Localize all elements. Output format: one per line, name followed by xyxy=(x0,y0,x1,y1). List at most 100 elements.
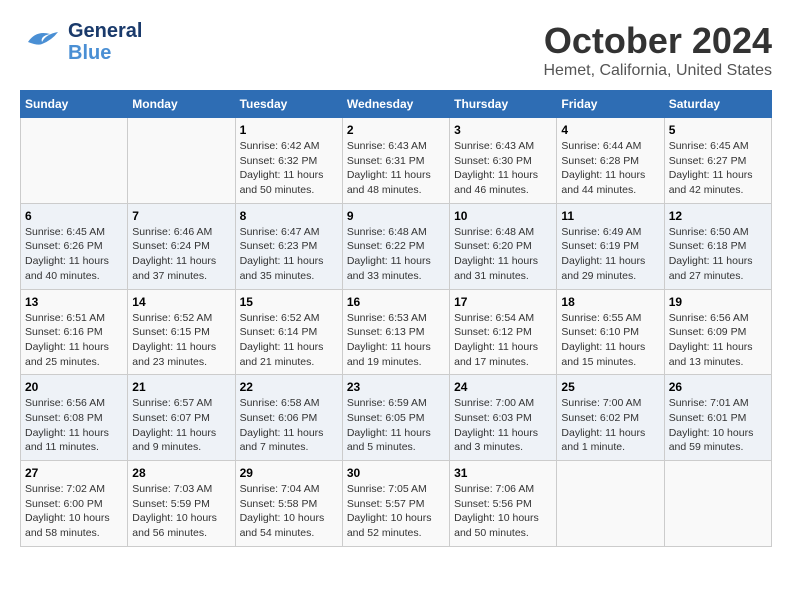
day-number: 24 xyxy=(454,380,552,394)
calendar-cell: 1 Sunrise: 6:42 AM Sunset: 6:32 PM Daylig… xyxy=(235,118,342,204)
day-info: Sunrise: 7:00 AM Sunset: 6:02 PM Dayligh… xyxy=(561,396,659,455)
day-info: Sunrise: 6:52 AM Sunset: 6:14 PM Dayligh… xyxy=(240,311,338,370)
day-number: 3 xyxy=(454,123,552,137)
calendar-cell: 30 Sunrise: 7:05 AM Sunset: 5:57 PM Dayli… xyxy=(342,461,449,547)
calendar-cell: 4 Sunrise: 6:44 AM Sunset: 6:28 PM Daylig… xyxy=(557,118,664,204)
calendar-cell xyxy=(557,461,664,547)
logo-text: General Blue xyxy=(68,20,142,64)
day-header-saturday: Saturday xyxy=(664,91,771,118)
day-number: 2 xyxy=(347,123,445,137)
day-info: Sunrise: 7:04 AM Sunset: 5:58 PM Dayligh… xyxy=(240,482,338,541)
day-info: Sunrise: 6:50 AM Sunset: 6:18 PM Dayligh… xyxy=(669,225,767,284)
day-info: Sunrise: 7:03 AM Sunset: 5:59 PM Dayligh… xyxy=(132,482,230,541)
day-info: Sunrise: 7:05 AM Sunset: 5:57 PM Dayligh… xyxy=(347,482,445,541)
day-number: 11 xyxy=(561,209,659,223)
calendar-cell: 12 Sunrise: 6:50 AM Sunset: 6:18 PM Dayli… xyxy=(664,203,771,289)
logo-icon xyxy=(20,20,64,64)
calendar-cell: 25 Sunrise: 7:00 AM Sunset: 6:02 PM Dayli… xyxy=(557,375,664,461)
day-info: Sunrise: 6:58 AM Sunset: 6:06 PM Dayligh… xyxy=(240,396,338,455)
day-info: Sunrise: 6:45 AM Sunset: 6:26 PM Dayligh… xyxy=(25,225,123,284)
day-number: 6 xyxy=(25,209,123,223)
day-header-monday: Monday xyxy=(128,91,235,118)
day-number: 30 xyxy=(347,466,445,480)
day-number: 22 xyxy=(240,380,338,394)
logo: General Blue xyxy=(20,20,142,64)
day-info: Sunrise: 6:55 AM Sunset: 6:10 PM Dayligh… xyxy=(561,311,659,370)
day-info: Sunrise: 6:49 AM Sunset: 6:19 PM Dayligh… xyxy=(561,225,659,284)
day-number: 1 xyxy=(240,123,338,137)
location-title: Hemet, California, United States xyxy=(543,62,772,80)
logo-blue-text: Blue xyxy=(68,42,142,64)
title-block: October 2024 Hemet, California, United S… xyxy=(543,20,772,80)
calendar-cell: 29 Sunrise: 7:04 AM Sunset: 5:58 PM Dayli… xyxy=(235,461,342,547)
calendar-cell: 16 Sunrise: 6:53 AM Sunset: 6:13 PM Dayli… xyxy=(342,289,449,375)
day-number: 28 xyxy=(132,466,230,480)
calendar-cell: 7 Sunrise: 6:46 AM Sunset: 6:24 PM Daylig… xyxy=(128,203,235,289)
calendar-cell xyxy=(21,118,128,204)
calendar-cell: 28 Sunrise: 7:03 AM Sunset: 5:59 PM Dayli… xyxy=(128,461,235,547)
day-header-wednesday: Wednesday xyxy=(342,91,449,118)
day-info: Sunrise: 6:57 AM Sunset: 6:07 PM Dayligh… xyxy=(132,396,230,455)
calendar-cell: 20 Sunrise: 6:56 AM Sunset: 6:08 PM Dayli… xyxy=(21,375,128,461)
day-number: 29 xyxy=(240,466,338,480)
day-number: 15 xyxy=(240,295,338,309)
day-info: Sunrise: 6:48 AM Sunset: 6:22 PM Dayligh… xyxy=(347,225,445,284)
calendar-cell xyxy=(128,118,235,204)
calendar-cell: 31 Sunrise: 7:06 AM Sunset: 5:56 PM Dayli… xyxy=(450,461,557,547)
day-number: 20 xyxy=(25,380,123,394)
calendar-cell: 13 Sunrise: 6:51 AM Sunset: 6:16 PM Dayli… xyxy=(21,289,128,375)
day-number: 17 xyxy=(454,295,552,309)
calendar-cell: 14Sunrise: 6:52 AM Sunset: 6:15 PM Dayli… xyxy=(128,289,235,375)
day-number: 21 xyxy=(132,380,230,394)
day-info: Sunrise: 6:46 AM Sunset: 6:24 PM Dayligh… xyxy=(132,225,230,284)
day-info: Sunrise: 6:51 AM Sunset: 6:16 PM Dayligh… xyxy=(25,311,123,370)
day-number: 18 xyxy=(561,295,659,309)
calendar-cell: 15 Sunrise: 6:52 AM Sunset: 6:14 PM Dayli… xyxy=(235,289,342,375)
day-info: Sunrise: 7:06 AM Sunset: 5:56 PM Dayligh… xyxy=(454,482,552,541)
week-row-1: 1 Sunrise: 6:42 AM Sunset: 6:32 PM Daylig… xyxy=(21,118,772,204)
day-number: 8 xyxy=(240,209,338,223)
day-info: Sunrise: 6:53 AM Sunset: 6:13 PM Dayligh… xyxy=(347,311,445,370)
day-header-friday: Friday xyxy=(557,91,664,118)
calendar-cell xyxy=(664,461,771,547)
day-number: 26 xyxy=(669,380,767,394)
day-info: Sunrise: 6:45 AM Sunset: 6:27 PM Dayligh… xyxy=(669,139,767,198)
day-header-tuesday: Tuesday xyxy=(235,91,342,118)
day-number: 25 xyxy=(561,380,659,394)
page-header: General Blue October 2024 Hemet, Califor… xyxy=(20,20,772,80)
day-number: 16 xyxy=(347,295,445,309)
day-number: 31 xyxy=(454,466,552,480)
week-row-4: 20 Sunrise: 6:56 AM Sunset: 6:08 PM Dayli… xyxy=(21,375,772,461)
day-info: Sunrise: 7:00 AM Sunset: 6:03 PM Dayligh… xyxy=(454,396,552,455)
day-info: Sunrise: 7:01 AM Sunset: 6:01 PM Dayligh… xyxy=(669,396,767,455)
month-title: October 2024 xyxy=(543,20,772,62)
calendar-cell: 2Sunrise: 6:43 AM Sunset: 6:31 PM Daylig… xyxy=(342,118,449,204)
calendar-cell: 11 Sunrise: 6:49 AM Sunset: 6:19 PM Dayli… xyxy=(557,203,664,289)
day-info: Sunrise: 6:56 AM Sunset: 6:08 PM Dayligh… xyxy=(25,396,123,455)
day-number: 27 xyxy=(25,466,123,480)
day-number: 9 xyxy=(347,209,445,223)
day-info: Sunrise: 6:54 AM Sunset: 6:12 PM Dayligh… xyxy=(454,311,552,370)
day-info: Sunrise: 6:56 AM Sunset: 6:09 PM Dayligh… xyxy=(669,311,767,370)
day-number: 14 xyxy=(132,295,230,309)
logo-general-text: General xyxy=(68,20,142,42)
calendar-cell: 6 Sunrise: 6:45 AM Sunset: 6:26 PM Daylig… xyxy=(21,203,128,289)
day-number: 13 xyxy=(25,295,123,309)
calendar-cell: 22 Sunrise: 6:58 AM Sunset: 6:06 PM Dayli… xyxy=(235,375,342,461)
day-number: 19 xyxy=(669,295,767,309)
day-info: Sunrise: 6:47 AM Sunset: 6:23 PM Dayligh… xyxy=(240,225,338,284)
week-row-5: 27Sunrise: 7:02 AM Sunset: 6:00 PM Dayli… xyxy=(21,461,772,547)
day-number: 23 xyxy=(347,380,445,394)
calendar-cell: 17 Sunrise: 6:54 AM Sunset: 6:12 PM Dayli… xyxy=(450,289,557,375)
day-number: 7 xyxy=(132,209,230,223)
day-info: Sunrise: 6:44 AM Sunset: 6:28 PM Dayligh… xyxy=(561,139,659,198)
day-info: Sunrise: 6:42 AM Sunset: 6:32 PM Dayligh… xyxy=(240,139,338,198)
day-info: Sunrise: 6:48 AM Sunset: 6:20 PM Dayligh… xyxy=(454,225,552,284)
day-number: 10 xyxy=(454,209,552,223)
day-number: 12 xyxy=(669,209,767,223)
calendar-cell: 3Sunrise: 6:43 AM Sunset: 6:30 PM Daylig… xyxy=(450,118,557,204)
calendar-cell: 19 Sunrise: 6:56 AM Sunset: 6:09 PM Dayli… xyxy=(664,289,771,375)
calendar-cell: 23Sunrise: 6:59 AM Sunset: 6:05 PM Dayli… xyxy=(342,375,449,461)
day-number: 4 xyxy=(561,123,659,137)
week-row-2: 6 Sunrise: 6:45 AM Sunset: 6:26 PM Daylig… xyxy=(21,203,772,289)
